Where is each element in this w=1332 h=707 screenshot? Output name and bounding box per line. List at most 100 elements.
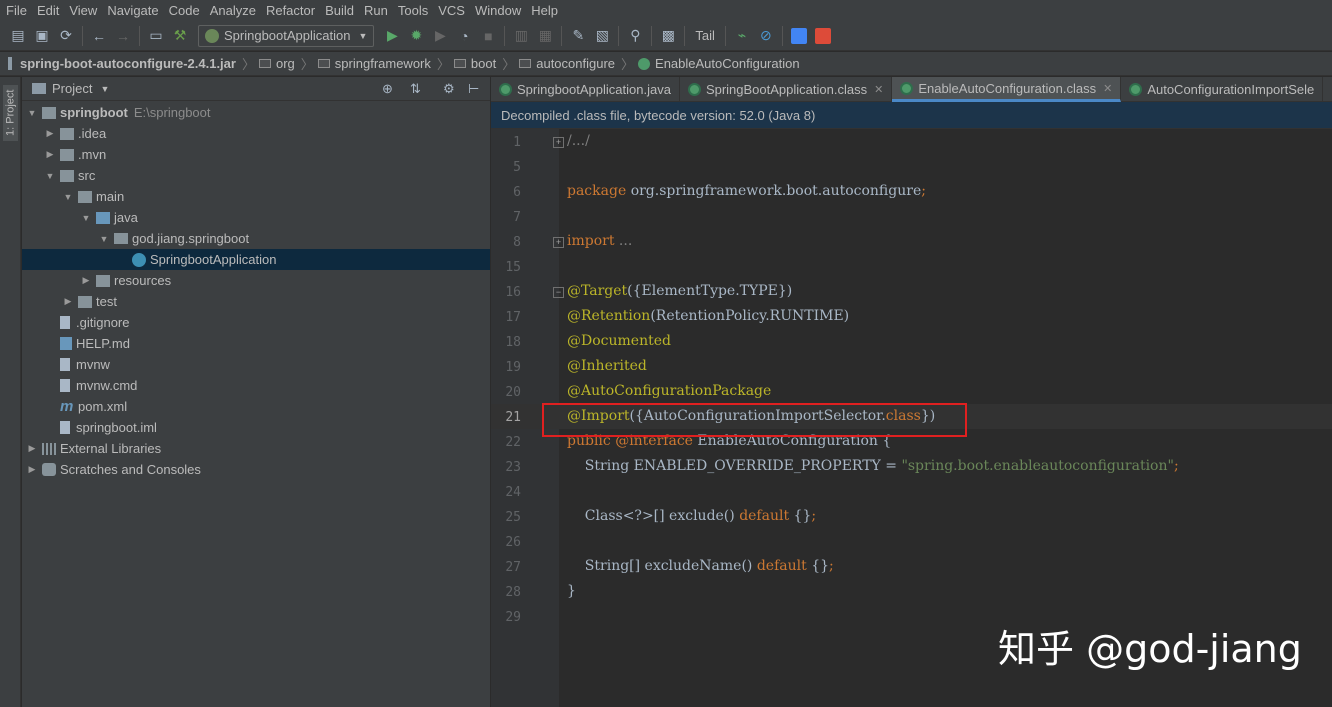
vcs-icon[interactable]: ▩: [656, 24, 680, 48]
expanded-arrow-icon[interactable]: ▼: [62, 192, 74, 202]
breadcrumb-item[interactable]: boot: [453, 56, 500, 71]
tree-item[interactable]: ▶ Scratches and Consoles: [22, 459, 490, 480]
tree-item[interactable]: ▶ resources: [22, 270, 490, 291]
forward-icon[interactable]: →: [111, 24, 135, 48]
menu-item[interactable]: Refactor: [262, 3, 321, 18]
tree-item-label: resources: [114, 273, 172, 288]
menu-item[interactable]: Edit: [33, 3, 65, 18]
run-icon[interactable]: ▶: [380, 24, 404, 48]
project-structure-icon[interactable]: ▥: [509, 24, 533, 48]
breadcrumb-item[interactable]: springframework: [317, 56, 435, 71]
menu-item[interactable]: Tools: [394, 3, 434, 18]
package-icon: [258, 59, 271, 68]
package-icon: [317, 59, 330, 68]
gear-icon[interactable]: ⚙: [443, 81, 455, 97]
project-tool-window-button[interactable]: 1: Project: [3, 85, 18, 141]
tree-item[interactable]: mvnw.cmd: [22, 375, 490, 396]
run-configuration-select[interactable]: SpringbootApplication ▼: [198, 24, 375, 47]
expanded-arrow-icon[interactable]: ▼: [44, 171, 56, 181]
open-folder-icon[interactable]: ▤: [6, 24, 30, 48]
collapsed-arrow-icon[interactable]: ▶: [80, 275, 92, 286]
build-hammer-icon[interactable]: ⚒: [168, 24, 192, 48]
chevron-down-icon[interactable]: ▼: [100, 84, 109, 94]
menu-item[interactable]: Help: [527, 3, 564, 18]
tree-item[interactable]: springboot.iml: [22, 417, 490, 438]
annotation-icon: [638, 57, 651, 70]
menu-item[interactable]: View: [65, 3, 103, 18]
stop-icon[interactable]: ■: [476, 24, 500, 48]
tree-item[interactable]: SpringbootApplication: [22, 249, 490, 270]
tree-item[interactable]: ▼ springboot E:\springboot: [22, 102, 490, 123]
save-icon[interactable]: ▣: [30, 24, 54, 48]
menu-item[interactable]: Run: [360, 3, 394, 18]
sdk-icon[interactable]: ▦: [533, 24, 557, 48]
editor-tab[interactable]: EnableAutoConfiguration.class ✕: [892, 77, 1122, 102]
tree-item[interactable]: ▼ java: [22, 207, 490, 228]
editor-tab[interactable]: AutoConfigurationImportSele: [1121, 77, 1324, 102]
breadcrumb-item[interactable]: autoconfigure: [519, 56, 619, 71]
code-token: default: [756, 558, 812, 574]
tree-item[interactable]: .gitignore: [22, 312, 490, 333]
tree-item[interactable]: HELP.md: [22, 333, 490, 354]
wrench-icon[interactable]: ✎: [566, 24, 590, 48]
project-tree: ▼ springboot E:\springboot ▶ .idea ▶ .mvn ▼ src ▼…: [22, 101, 490, 480]
coverage-icon[interactable]: ▶: [428, 24, 452, 48]
profile-icon[interactable]: ◔: [452, 24, 476, 48]
menu-item[interactable]: Analyze: [206, 3, 262, 18]
collapsed-arrow-icon[interactable]: ▶: [44, 128, 56, 139]
expanded-arrow-icon[interactable]: ▼: [80, 213, 92, 223]
breadcrumb-item[interactable]: EnableAutoConfiguration: [638, 56, 804, 71]
debug-icon[interactable]: ✹: [404, 24, 428, 48]
tree-item[interactable]: ▼ src: [22, 165, 490, 186]
tree-item[interactable]: m pom.xml: [22, 396, 490, 417]
breadcrumb-item[interactable]: org: [258, 56, 299, 71]
terminal-icon[interactable]: ▭: [144, 24, 168, 48]
collapsed-arrow-icon[interactable]: ▶: [26, 464, 38, 475]
tree-item-label: pom.xml: [78, 399, 128, 414]
tree-item[interactable]: ▶ .idea: [22, 123, 490, 144]
code-line: @Inherited: [567, 358, 647, 374]
translate-icon[interactable]: [787, 24, 811, 48]
menu-item[interactable]: Build: [321, 3, 360, 18]
tree-item[interactable]: ▶ test: [22, 291, 490, 312]
line-number: 5: [513, 160, 521, 175]
tree-item[interactable]: ▼ god.jiang.springboot: [22, 228, 490, 249]
line-number: 20: [505, 385, 521, 400]
back-icon[interactable]: ←: [87, 24, 111, 48]
menu-item[interactable]: Navigate: [103, 3, 164, 18]
project-view-select[interactable]: Project: [52, 81, 92, 96]
menu-item[interactable]: VCS: [434, 3, 471, 18]
tree-item[interactable]: mvnw: [22, 354, 490, 375]
search-icon[interactable]: ⚲: [623, 24, 647, 48]
hide-panel-icon[interactable]: ⊢: [468, 81, 479, 97]
tree-item[interactable]: ▶ .mvn: [22, 144, 490, 165]
expanded-arrow-icon[interactable]: ▼: [98, 234, 110, 244]
file-icon: [60, 379, 70, 392]
breadcrumb-item[interactable]: spring-boot-autoconfigure-2.4.1.jar: [8, 56, 240, 71]
tree-item-label: .gitignore: [76, 315, 130, 330]
collapsed-arrow-icon[interactable]: ▶: [44, 149, 56, 160]
tree-item[interactable]: ▼ main: [22, 186, 490, 207]
google-translate-icon[interactable]: [811, 24, 835, 48]
locate-icon[interactable]: ⊕: [382, 81, 393, 97]
breadcrumb-separator: 〉: [436, 57, 450, 72]
collapsed-arrow-icon[interactable]: ▶: [26, 443, 38, 454]
menu-item[interactable]: Code: [165, 3, 206, 18]
editor-tab[interactable]: SpringbootApplication.java: [491, 77, 680, 102]
menu-item[interactable]: Window: [471, 3, 527, 18]
blocked-icon[interactable]: ⊘: [754, 24, 778, 48]
libraries-icon: [42, 442, 56, 455]
collapsed-arrow-icon[interactable]: ▶: [62, 296, 74, 307]
expanded-arrow-icon[interactable]: ▼: [26, 108, 38, 118]
tree-item[interactable]: ▶ External Libraries: [22, 438, 490, 459]
tail-button[interactable]: Tail: [689, 28, 721, 43]
monitor-icon[interactable]: ⌁: [730, 24, 754, 48]
menu-item[interactable]: File: [2, 3, 33, 18]
sync-icon[interactable]: ⟳: [54, 24, 78, 48]
editor-tab[interactable]: SpringBootApplication.class ✕: [680, 77, 893, 102]
project-panel: Project ▼ ⊕ ⇅ ⚙ ⊢ ▼ springboot E:\springbo…: [22, 77, 490, 707]
close-tab-icon[interactable]: ✕: [874, 83, 883, 96]
file-structure-icon[interactable]: ▧: [590, 24, 614, 48]
close-tab-icon[interactable]: ✕: [1103, 82, 1112, 95]
collapse-all-icon[interactable]: ⇅: [410, 81, 421, 97]
